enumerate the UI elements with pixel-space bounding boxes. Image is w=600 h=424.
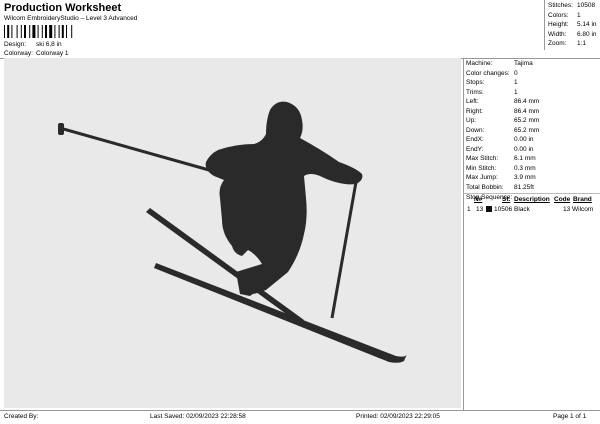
machine-info-label: Max Stitch: bbox=[466, 155, 499, 162]
width-label: Width: bbox=[548, 30, 567, 38]
width-value: 6.80 in bbox=[577, 30, 597, 38]
machine-info-row: Total Bobbin: 81.25ft bbox=[466, 183, 534, 191]
machine-info-row: Color changes: 0 bbox=[466, 69, 518, 77]
col-n: N# bbox=[474, 196, 483, 203]
row-st: 10506 bbox=[494, 206, 513, 213]
machine-info-row: Max Stitch: 6.1 mm bbox=[466, 155, 536, 162]
machine-info-value: 65.2 mm bbox=[514, 126, 540, 134]
width-row: Width: 6.80 in bbox=[548, 30, 597, 38]
color-swatch bbox=[486, 206, 492, 212]
machine-info-label: Trims: bbox=[466, 88, 484, 96]
machine-info-row: EndY: 0.00 in bbox=[466, 145, 534, 153]
machine-info-label: Down: bbox=[466, 126, 485, 134]
machine-info-value: 86.4 mm bbox=[514, 107, 540, 115]
stitches-label: Stitches: bbox=[548, 2, 573, 9]
stitches-row: Stitches: 10508 bbox=[548, 2, 595, 9]
stitches-value: 10508 bbox=[577, 2, 596, 9]
colorway-label: Colorway: bbox=[4, 50, 33, 57]
zoom-label: Zoom: bbox=[548, 40, 567, 47]
footer-divider bbox=[0, 410, 600, 411]
machine-info-label: Total Bobbin: bbox=[466, 183, 504, 191]
machine-info-label: Color changes: bbox=[466, 69, 510, 77]
machine-info-row: EndX: 0.00 in bbox=[466, 136, 534, 143]
machine-info-value: 0.00 in bbox=[514, 136, 534, 143]
col-st: St. bbox=[502, 196, 511, 203]
machine-info-label: Max Jump: bbox=[466, 174, 498, 181]
machine-info-value: 81.25ft bbox=[514, 183, 534, 191]
machine-info-row: Trims: 1 bbox=[466, 88, 518, 96]
machine-info-value: 0.3 mm bbox=[514, 164, 536, 172]
design-preview[interactable] bbox=[4, 58, 461, 408]
page-title: Production Worksheet bbox=[4, 2, 122, 14]
machine-info-row: Machine: Tajima bbox=[466, 60, 533, 67]
machine-info-value: 86.4 mm bbox=[514, 98, 540, 105]
machine-info-value: 0 bbox=[514, 69, 518, 77]
machine-info-row: Left: 86.4 mm bbox=[466, 98, 539, 105]
machine-info-value: 65.2 mm bbox=[514, 117, 540, 124]
colorway-value: Colorway 1 bbox=[36, 50, 69, 57]
col-brand: Brand bbox=[573, 196, 592, 203]
height-label: Height: bbox=[548, 21, 569, 28]
machine-info-value: 0.00 in bbox=[514, 145, 534, 153]
barcode-icon bbox=[4, 25, 73, 38]
machine-info-label: EndX: bbox=[466, 136, 484, 143]
colorway-row: Colorway: Colorway 1 bbox=[4, 50, 69, 57]
machine-info-label: Right: bbox=[466, 107, 483, 115]
machine-info-label: Min Stitch: bbox=[466, 164, 497, 172]
design-row: Design: ski 6,8 in bbox=[4, 41, 62, 48]
machine-info-row: Down: 65.2 mm bbox=[466, 126, 539, 134]
created-by: Created By: bbox=[4, 413, 39, 420]
machine-info-value: 3.9 mm bbox=[514, 174, 536, 181]
row-index: 1 bbox=[467, 206, 471, 213]
left-pole bbox=[59, 126, 210, 172]
machine-info-label: EndY: bbox=[466, 145, 484, 153]
machine-info-value: 1 bbox=[514, 79, 518, 86]
colors-label: Colors: bbox=[548, 11, 569, 19]
row-n: 13 bbox=[476, 206, 484, 213]
left-pole-grip bbox=[58, 123, 64, 135]
design-value: ski 6,8 in bbox=[36, 41, 62, 48]
row-code: 13 bbox=[563, 206, 571, 213]
height-row: Height: 5.14 in bbox=[548, 21, 597, 28]
machine-info-row: Max Jump: 3.9 mm bbox=[466, 174, 536, 181]
machine-info-row: Up: 65.2 mm bbox=[466, 117, 539, 124]
height-value: 5.14 in bbox=[577, 21, 597, 28]
col-code: Code bbox=[554, 196, 571, 203]
machine-info-row: Min Stitch: 0.3 mm bbox=[466, 164, 536, 172]
page-number: Page 1 of 1 bbox=[553, 413, 587, 420]
machine-info-label: Stops: bbox=[466, 79, 485, 86]
skier-design-image bbox=[58, 101, 407, 363]
machine-info-value: 6.1 mm bbox=[514, 155, 536, 162]
zoom-row: Zoom: 1:1 bbox=[548, 40, 586, 47]
last-saved: Last Saved: 02/09/2023 22:28:58 bbox=[150, 413, 246, 420]
row-brand: Wilcom bbox=[572, 206, 594, 213]
colors-row: Colors: 1 bbox=[548, 11, 581, 19]
printed-date: Printed: 02/09/2023 22:29:05 bbox=[356, 413, 440, 420]
right-pole bbox=[330, 181, 358, 319]
machine-info-label: Machine: bbox=[466, 60, 493, 67]
zoom-value: 1:1 bbox=[577, 40, 587, 47]
col-description: Description bbox=[514, 196, 550, 203]
colors-value: 1 bbox=[577, 11, 581, 19]
machine-info-label: Up: bbox=[466, 117, 477, 124]
machine-info-value: 1 bbox=[514, 88, 518, 96]
machine-info-row: Stops: 1 bbox=[466, 79, 518, 86]
skier-body bbox=[205, 101, 363, 294]
panel-divider bbox=[463, 58, 464, 410]
summary-box: Stitches: 10508 Colors: 1 Height: 5.14 in W… bbox=[544, 0, 600, 50]
machine-info-row: Right: 86.4 mm bbox=[466, 107, 539, 115]
row-description: Black bbox=[514, 206, 530, 213]
machine-info-label: Left: bbox=[466, 98, 479, 105]
software-subtitle: Wilcom EmbroideryStudio – Level 3 Advanc… bbox=[4, 15, 138, 22]
machine-info-value: Tajima bbox=[514, 60, 533, 67]
design-label: Design: bbox=[4, 41, 27, 48]
